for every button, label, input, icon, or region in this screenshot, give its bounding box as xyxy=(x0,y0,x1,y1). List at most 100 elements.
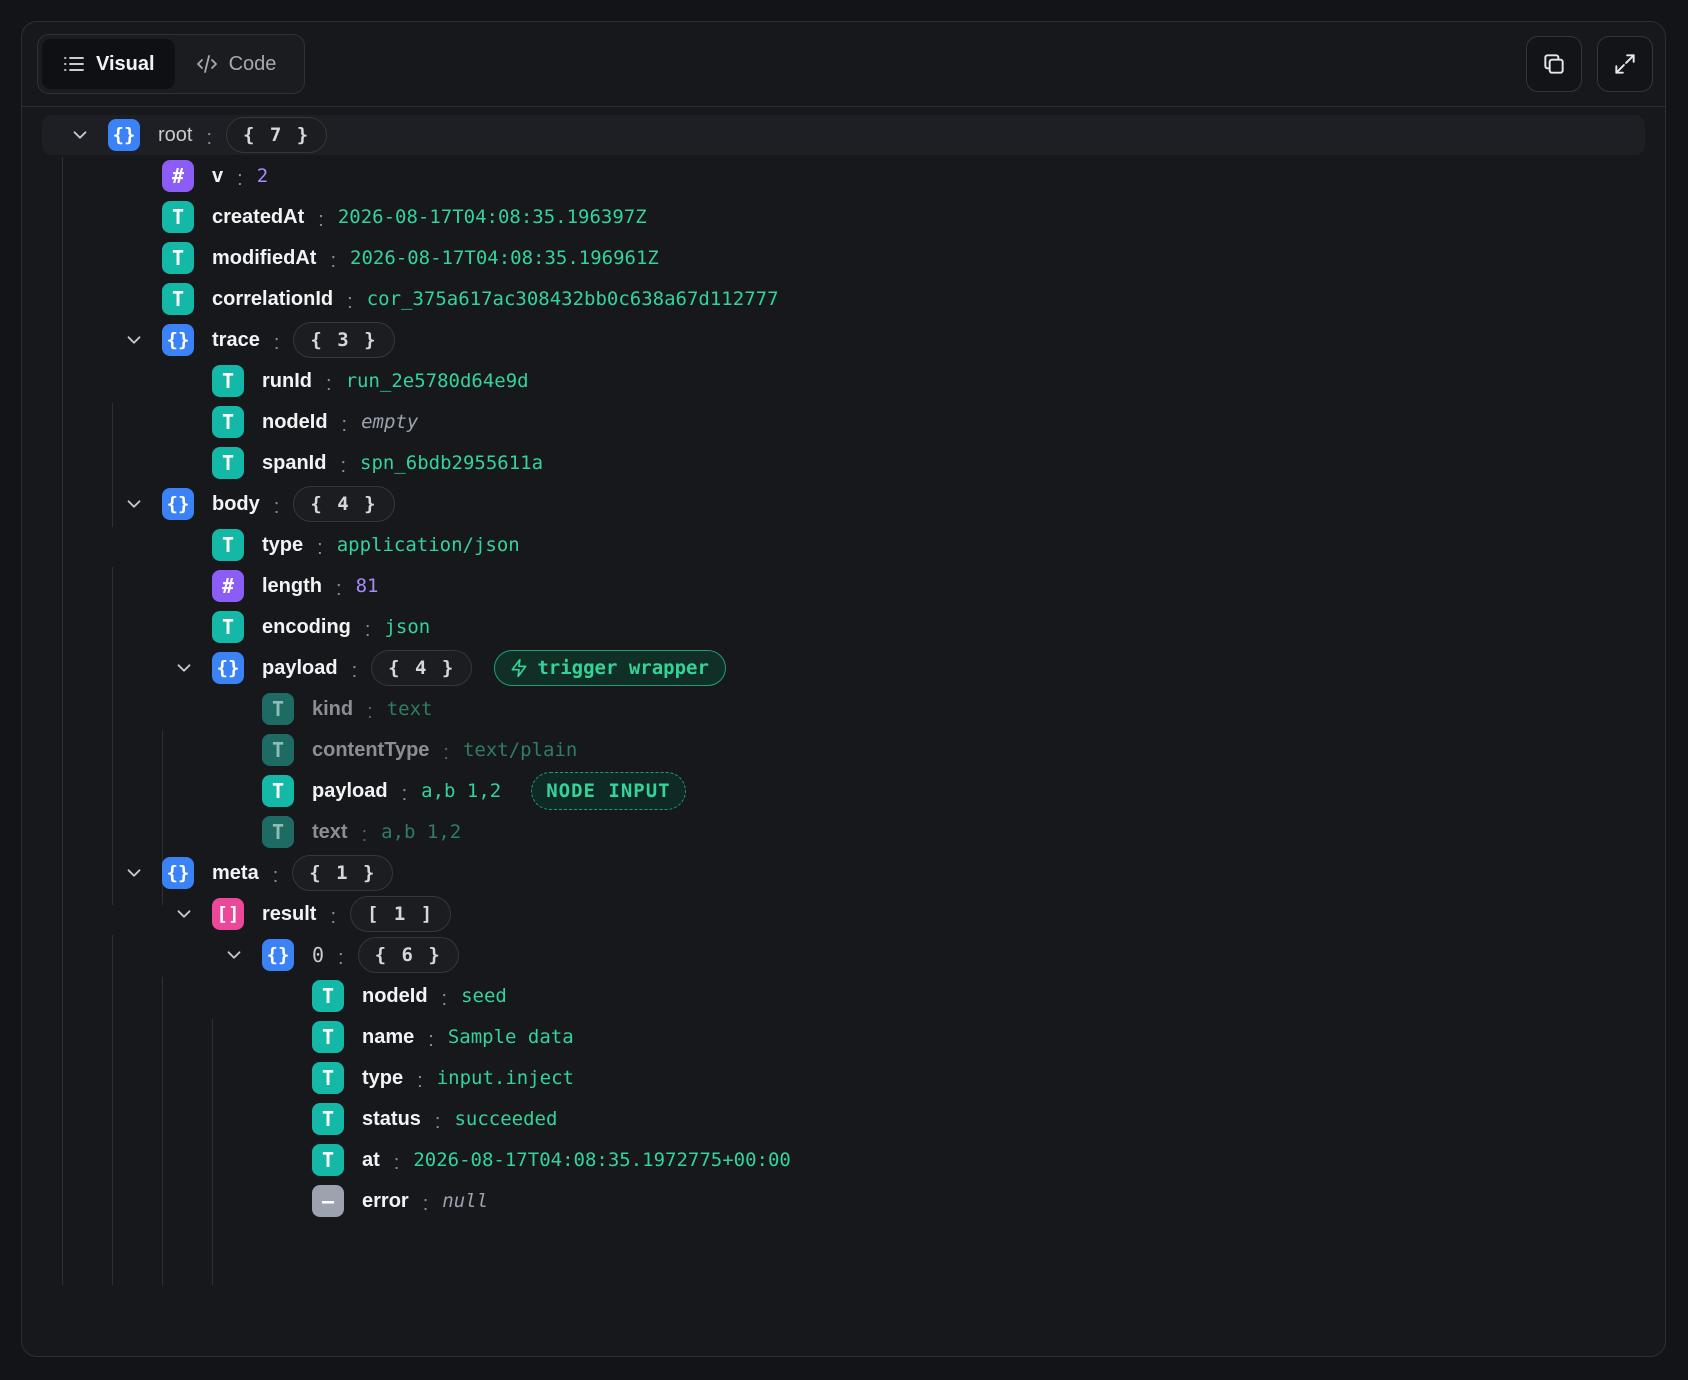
node-value: text xyxy=(386,698,433,720)
child-count-badge: { 1 } xyxy=(292,855,394,891)
node-key: v xyxy=(212,164,224,187)
tree-node-nodeId[interactable]: T nodeId : seed xyxy=(312,976,507,1016)
tree-node-createdAt[interactable]: T createdAt : 2026-08-17T04:08:35.196397… xyxy=(162,197,647,237)
code-tab[interactable]: Code xyxy=(175,39,297,89)
viewer-toolbar: Visual Code xyxy=(22,22,1665,107)
tree-guide-line xyxy=(112,403,113,527)
chevron-down-icon[interactable] xyxy=(172,902,196,926)
tree-node-nodeId[interactable]: T nodeId : empty xyxy=(212,402,418,442)
tree-guide-line xyxy=(212,1019,213,1285)
tree-node-kind[interactable]: T kind : text xyxy=(262,689,432,729)
key-separator: : xyxy=(336,577,342,600)
array-type-icon: [] xyxy=(212,898,244,930)
node-value: 2026-08-17T04:08:35.196961Z xyxy=(350,247,659,269)
tree-guide-line xyxy=(112,935,113,1285)
tree-node-body[interactable]: {} body : { 4 } xyxy=(122,484,395,524)
tree-node-runId[interactable]: T runId : run_2e5780d64e9d xyxy=(212,361,529,401)
node-key: 0 xyxy=(312,943,325,967)
key-separator: : xyxy=(273,495,280,518)
string-type-icon: T xyxy=(212,447,244,479)
visual-tab[interactable]: Visual xyxy=(42,39,175,89)
number-type-icon: # xyxy=(162,160,194,192)
string-type-icon: T xyxy=(262,693,294,725)
json-viewer-panel: Visual Code {} root : { 7 } # v: 2 T cr… xyxy=(21,21,1666,1357)
node-key: correlationId xyxy=(212,287,334,310)
string-type-icon: T xyxy=(262,816,294,848)
node-value: input.inject xyxy=(436,1067,574,1089)
tree-node-spanId[interactable]: T spanId : spn_6bdb2955611a xyxy=(212,443,543,483)
tree-node-v[interactable]: # v : 2 xyxy=(162,156,268,196)
key-separator: : xyxy=(273,331,280,354)
tree-node-payload[interactable]: {} payload : { 4 } trigger wrapper xyxy=(172,648,726,688)
key-separator: : xyxy=(317,536,323,559)
copy-icon xyxy=(1544,54,1564,74)
string-type-icon: T xyxy=(262,734,294,766)
node-key: status xyxy=(362,1107,421,1130)
key-separator: : xyxy=(401,782,408,805)
string-type-icon: T xyxy=(212,529,244,561)
chevron-down-icon[interactable] xyxy=(122,861,146,885)
tree-node-payload-value[interactable]: T payload : a,b 1,2 NODE INPUT xyxy=(262,771,686,811)
node-value: json xyxy=(384,616,431,638)
tree-node-name[interactable]: T name : Sample data xyxy=(312,1017,574,1057)
lightning-icon xyxy=(511,658,527,678)
string-type-icon: T xyxy=(312,1103,344,1135)
chevron-down-icon[interactable] xyxy=(122,492,146,516)
tree-node-type[interactable]: T type : input.inject xyxy=(312,1058,574,1098)
tree-node-correlationId[interactable]: T correlationId : cor_375a617ac308432bb0… xyxy=(162,279,779,319)
fullscreen-button[interactable] xyxy=(1597,36,1653,92)
node-key: nodeId xyxy=(362,984,428,1007)
tree-node-encoding[interactable]: T encoding : json xyxy=(212,607,430,647)
key-separator: : xyxy=(441,987,448,1010)
key-separator: : xyxy=(330,905,337,928)
node-key: type xyxy=(362,1066,404,1089)
node-key: root xyxy=(158,123,193,146)
tree-node-type[interactable]: T type : application/json xyxy=(212,525,520,565)
tree-node-at[interactable]: T at : 2026-08-17T04:08:35.1972775+00:00 xyxy=(312,1140,791,1180)
tree-node-trace[interactable]: {} trace : { 3 } xyxy=(122,320,395,360)
node-key: nodeId xyxy=(262,410,328,433)
node-key: name xyxy=(362,1025,415,1048)
tree-guide-line xyxy=(162,977,163,1285)
string-type-icon: T xyxy=(162,242,194,274)
key-separator: : xyxy=(340,454,347,477)
tree-node-length[interactable]: # length : 81 xyxy=(212,566,378,606)
copy-button[interactable] xyxy=(1526,36,1582,92)
node-value: cor_375a617ac308432bb0c638a67d112777 xyxy=(366,288,779,310)
node-key: result xyxy=(262,902,317,925)
tree-node-text[interactable]: T text : a,b 1,2 xyxy=(262,812,461,852)
tree-node-result[interactable]: [] result : [ 1 ] xyxy=(172,894,452,934)
null-type-icon: — xyxy=(312,1185,344,1217)
tree-node-status[interactable]: T status : succeeded xyxy=(312,1099,557,1139)
key-separator: : xyxy=(443,741,449,764)
object-type-icon: {} xyxy=(262,939,294,971)
object-type-icon: {} xyxy=(162,488,194,520)
key-separator: : xyxy=(206,126,213,149)
chevron-down-icon[interactable] xyxy=(68,123,92,147)
tree-node-root[interactable]: {} root : { 7 } xyxy=(42,115,1645,155)
key-separator: : xyxy=(351,659,358,682)
string-type-icon: T xyxy=(262,775,294,807)
string-type-icon: T xyxy=(312,1021,344,1053)
node-key: spanId xyxy=(262,451,327,474)
chevron-down-icon[interactable] xyxy=(222,943,246,967)
tree-node-error[interactable]: — error : null xyxy=(312,1181,488,1221)
code-icon xyxy=(196,55,217,73)
object-type-icon: {} xyxy=(108,119,140,151)
tree-node-result-0[interactable]: {} 0 : { 6 } xyxy=(222,935,459,975)
child-count-badge: { 7 } xyxy=(226,117,328,153)
tree-node-meta[interactable]: {} meta : { 1 } xyxy=(122,853,394,893)
object-type-icon: {} xyxy=(162,857,194,889)
node-value: run_2e5780d64e9d xyxy=(345,370,529,392)
node-key: modifiedAt xyxy=(212,246,317,269)
node-value: empty xyxy=(361,411,419,433)
chevron-down-icon[interactable] xyxy=(172,656,196,680)
node-key: meta xyxy=(212,861,259,884)
chevron-down-icon[interactable] xyxy=(122,328,146,352)
string-type-icon: T xyxy=(312,1144,344,1176)
tree-node-modifiedAt[interactable]: T modifiedAt : 2026-08-17T04:08:35.19696… xyxy=(162,238,659,278)
node-value: a,b 1,2 xyxy=(381,821,462,843)
tree-node-contentType[interactable]: T contentType : text/plain xyxy=(262,730,577,770)
node-value: spn_6bdb2955611a xyxy=(360,452,544,474)
node-value: succeeded xyxy=(454,1108,558,1130)
